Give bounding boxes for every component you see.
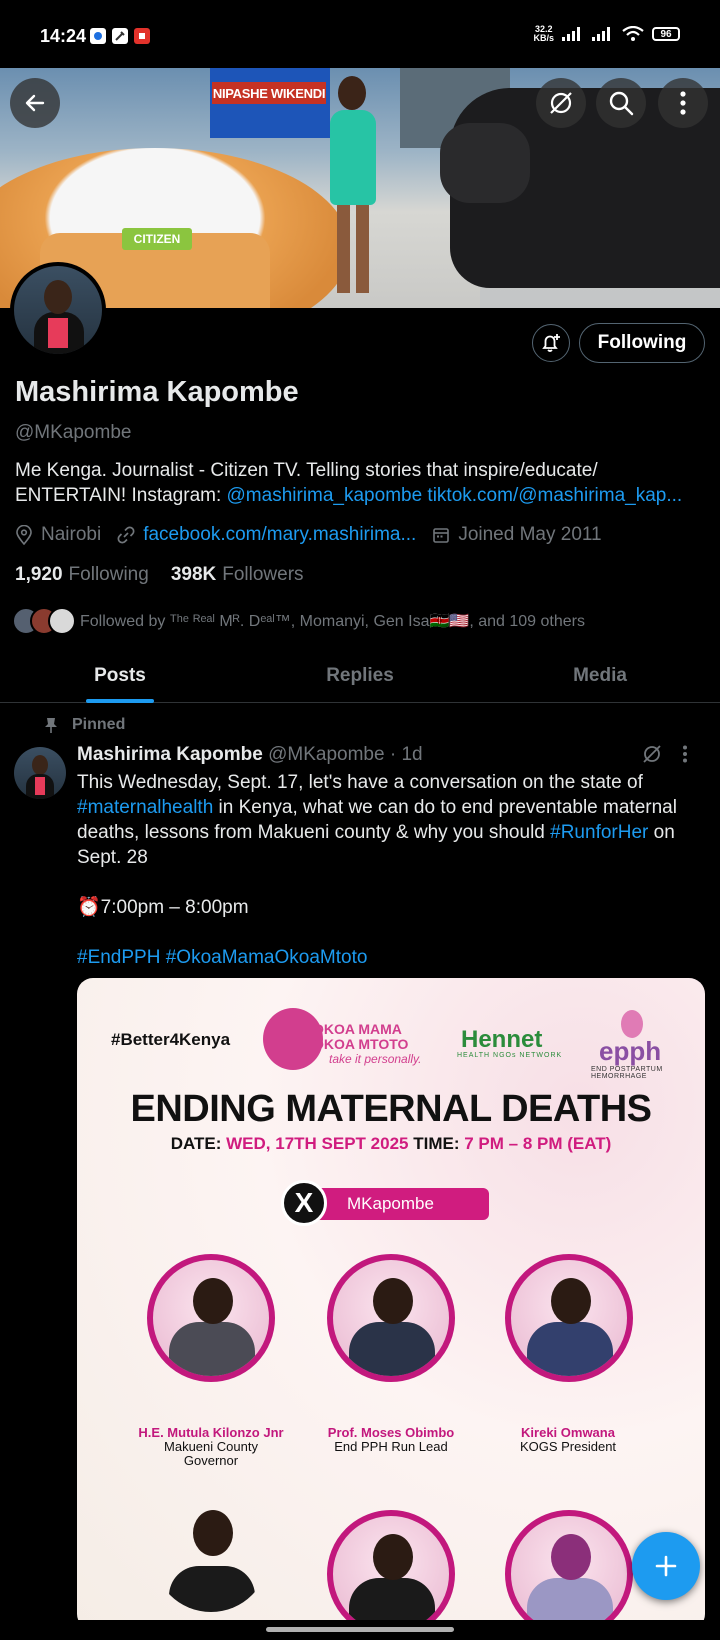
followed-by-avatars	[12, 607, 76, 635]
calendar-icon	[433, 528, 450, 543]
pin-icon	[45, 718, 57, 733]
status-bar: 14:24 32.2 KB/s 96	[0, 0, 720, 68]
battery-icon: 96	[652, 27, 680, 41]
more-options-button[interactable]	[658, 78, 708, 128]
post-more-icon[interactable]	[682, 745, 688, 763]
grok-icon[interactable]	[642, 744, 662, 764]
speaker-2-caption: Prof. Moses Obimbo End PPH Run Lead	[327, 1425, 455, 1454]
post-time-line: ⏰7:00pm – 8:00pm	[77, 897, 249, 918]
card-hashtag: #Better4Kenya	[111, 1030, 231, 1049]
post-header: Mashirima Kapombe @MKapombe · 1d	[77, 744, 423, 766]
profile-name: Mashirima Kapombe	[15, 376, 299, 408]
okoa-mama-text: OKOA MAMA OKOA MTOTO	[313, 1021, 409, 1052]
profile-avatar[interactable]	[10, 262, 106, 358]
epph-logo: epph	[599, 1036, 662, 1066]
notifications-bell-button[interactable]	[532, 324, 570, 362]
profile-tabs: Posts Replies Media	[0, 650, 720, 703]
network-speed: 32.2 KB/s	[533, 24, 554, 43]
location-item: Nairobi	[15, 524, 101, 546]
tab-replies[interactable]: Replies	[240, 650, 480, 702]
hennet-subtitle: HEALTH NGOs NETWORK	[457, 1052, 563, 1059]
messenger-notification-icon	[90, 28, 106, 44]
following-count[interactable]: 1,920 Following	[15, 564, 149, 586]
location-pin-icon	[16, 525, 32, 545]
search-button[interactable]	[596, 78, 646, 128]
tools-notification-icon	[112, 28, 128, 44]
post-author-meta: @MKapombe · 1d	[268, 744, 423, 765]
notification-icons	[90, 28, 150, 44]
tab-posts[interactable]: Posts	[0, 650, 240, 702]
bio-link[interactable]: @mashirima_kapombe tiktok.com/@mashirima…	[227, 485, 683, 506]
hashtag-maternalhealth[interactable]: #maternalhealth	[77, 797, 213, 818]
speaker-photo-4	[147, 1490, 275, 1618]
search-icon	[609, 91, 634, 116]
hennet-logo: Hennet	[461, 1026, 543, 1053]
back-button[interactable]	[10, 78, 60, 128]
back-arrow-icon	[25, 94, 45, 112]
post-image[interactable]: #Better4Kenya OKOA MAMA OKOA MTOTO take i…	[77, 978, 705, 1630]
follow-counts: 1,920 Following 398K Followers	[15, 564, 304, 586]
active-tab-indicator	[86, 699, 154, 703]
banner-sign-text: NIPASHE WIKENDI	[212, 82, 326, 104]
website-item[interactable]: facebook.com/mary.mashirima...	[117, 524, 416, 546]
post-author-avatar[interactable]	[14, 747, 66, 799]
following-button[interactable]: Following	[579, 323, 705, 363]
tab-media[interactable]: Media	[480, 650, 720, 702]
epph-subtitle: END POSTPARTUM HEMORRHAGE	[591, 1066, 663, 1080]
profile-bio: Me Kenga. Journalist - Citizen TV. Telli…	[15, 460, 683, 506]
post-actions-top	[642, 744, 688, 764]
post-text: This Wednesday, Sept. 17, let's have a c…	[77, 770, 709, 995]
followed-by[interactable]: Followed by ᵀʰᵉ ᴿᵉᵃˡ Mᴿ. Dᵉᵃˡ™, Momanyi,…	[12, 607, 585, 635]
calendar-notification-icon	[134, 28, 150, 44]
grok-icon	[550, 92, 572, 114]
card-title: ENDING MATERNAL DEATHS	[130, 1088, 653, 1130]
joined-item: Joined May 2011	[432, 524, 602, 546]
post-author-name[interactable]: Mashirima Kapombe	[77, 744, 263, 765]
speaker-photo-6	[505, 1510, 633, 1630]
status-time: 14:24	[40, 26, 87, 46]
epph-logo-mark	[621, 1010, 643, 1038]
profile-handle: @MKapombe	[15, 422, 132, 443]
hashtag-runforher[interactable]: #RunforHer	[550, 822, 648, 843]
speaker-photo-2	[327, 1254, 455, 1382]
wifi-icon	[622, 26, 644, 41]
speaker-photo-1	[147, 1254, 275, 1382]
post-hashtags[interactable]: #EndPPH #OkoaMamaOkoaMtoto	[77, 945, 709, 970]
signal-icon	[562, 27, 580, 41]
home-gesture-bar[interactable]	[266, 1627, 454, 1632]
followers-count[interactable]: 398K Followers	[171, 564, 304, 586]
x-logo-icon: X	[281, 1180, 327, 1226]
card-date: DATE: WED, 17TH SEPT 2025 TIME: 7 PM – 8…	[170, 1134, 612, 1153]
plus-icon	[655, 1555, 677, 1577]
grok-button[interactable]	[536, 78, 586, 128]
okoa-tagline: take it personally.	[329, 1052, 422, 1066]
profile-meta: Nairobi facebook.com/mary.mashirima... J…	[15, 524, 618, 546]
system-status: 32.2 KB/s 96	[533, 25, 680, 43]
more-vertical-icon	[680, 91, 686, 115]
speaker-1-caption: H.E. Mutula Kilonzo Jnr Makueni County Go…	[138, 1425, 284, 1468]
pinned-label: Pinned	[44, 716, 125, 734]
link-icon	[117, 526, 135, 544]
banner-desk-logo: CITIZEN	[122, 228, 192, 250]
compose-button[interactable]	[632, 1532, 700, 1600]
speaker-photo-5	[327, 1510, 455, 1630]
bell-plus-icon	[542, 334, 560, 352]
signal-icon-2	[592, 27, 610, 41]
speaker-3-caption: Kireki Omwana KOGS President	[519, 1425, 617, 1454]
speaker-photo-3	[505, 1254, 633, 1382]
